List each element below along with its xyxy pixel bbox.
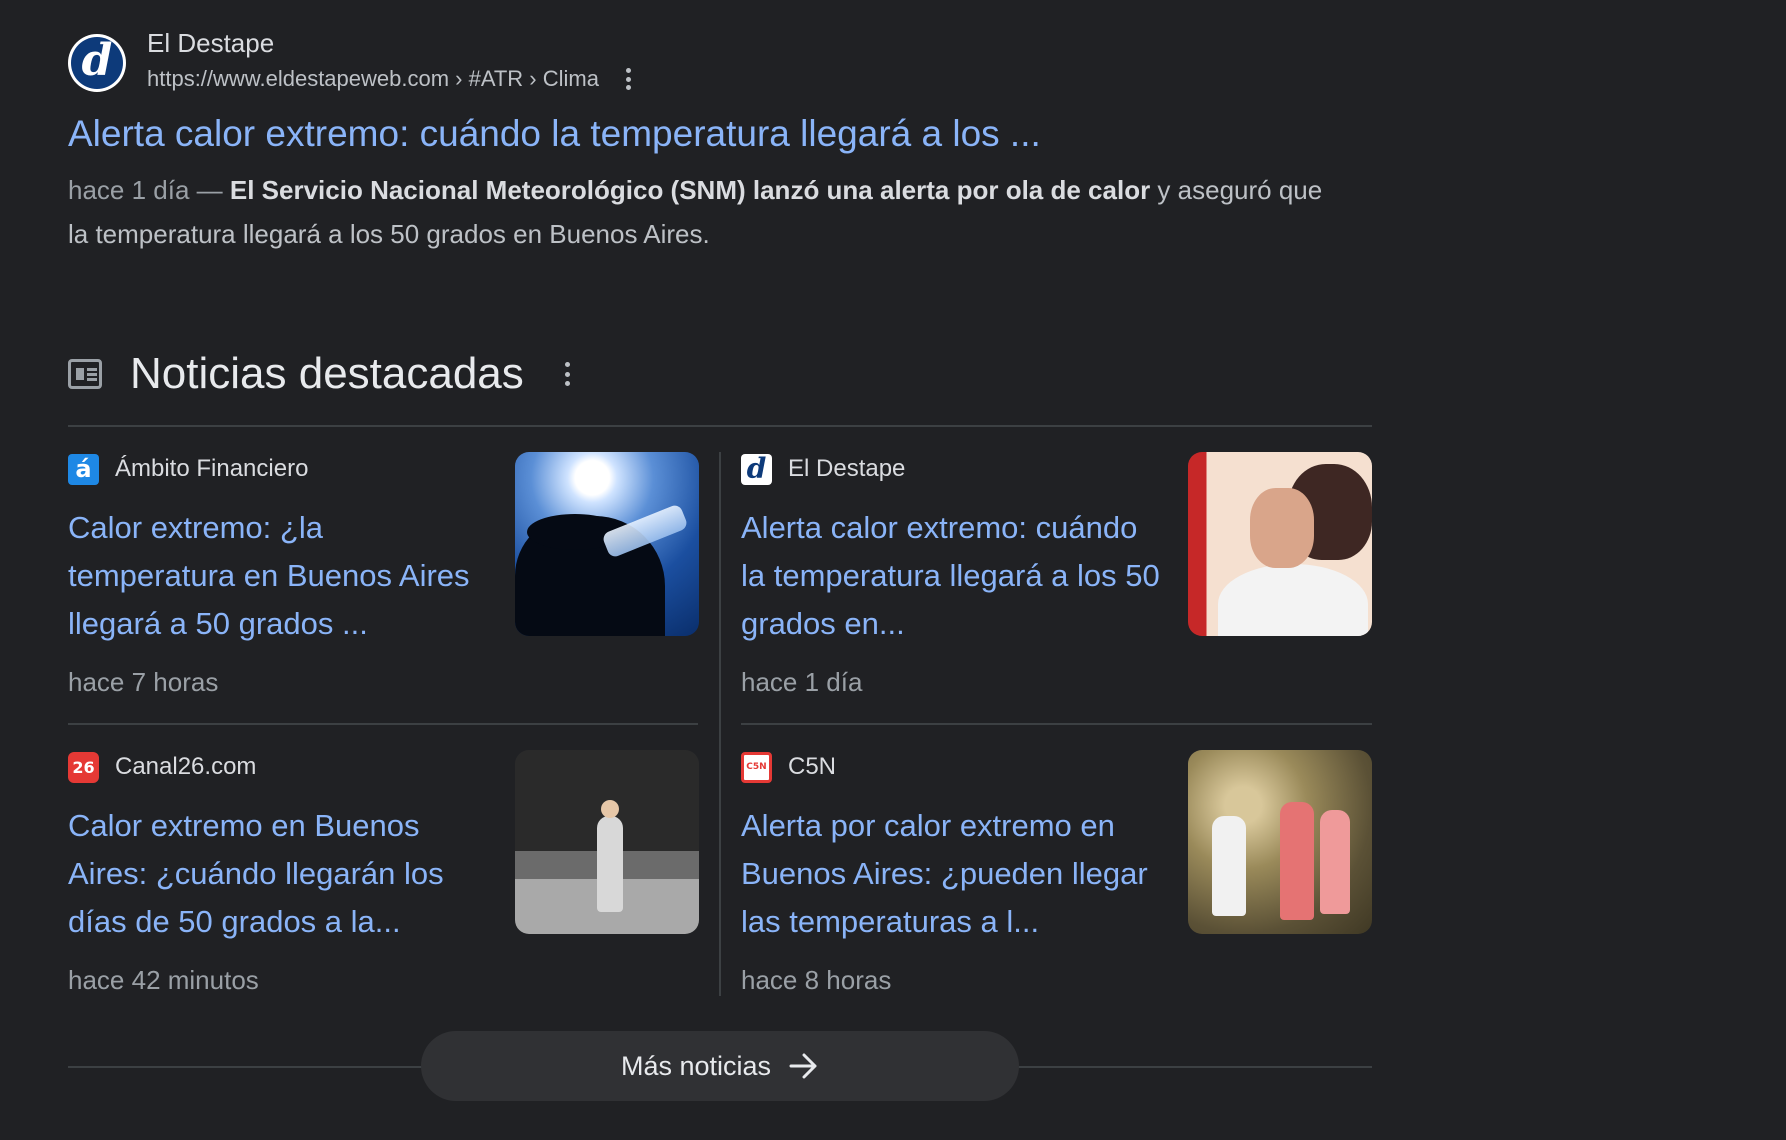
news-card[interactable]: C5N C5N Alerta por calor extremo en Buen… [741,750,1372,1010]
canal26-favicon-icon: 26 [68,751,99,783]
column-divider [719,452,721,996]
site-logo-letter: d [71,37,123,89]
arrow-right-icon [789,1053,817,1079]
news-card[interactable]: á Ámbito Financiero Calor extremo: ¿la t… [68,452,699,712]
card-source-name: El Destape [788,455,906,482]
news-card[interactable]: d El Destape Alerta calor extremo: cuánd… [741,452,1372,712]
more-options-icon[interactable] [621,68,637,90]
search-results-page: d El Destape https://www.eldestapeweb.co… [0,0,1786,1140]
ambito-favicon-icon: á [68,453,99,485]
card-title-link[interactable]: Alerta por calor extremo en Buenos Aires… [741,802,1161,946]
card-timestamp: hace 7 horas [68,667,219,697]
result-title-link[interactable]: Alerta calor extremo: cuándo la temperat… [68,112,1368,156]
person-shape [1212,816,1246,916]
result-snippet: hace 1 día — El Servicio Nacional Meteor… [68,168,1328,256]
more-news-button[interactable]: Más noticias [421,1031,1019,1101]
eldestape-favicon-icon: d [741,453,772,485]
top-stories-options-icon[interactable] [560,362,576,386]
divider [68,425,1372,427]
card-source-name: Canal26.com [115,753,257,780]
person-walking-street-thumbnail[interactable] [515,750,699,934]
card-title-link[interactable]: Calor extremo en Buenos Aires: ¿cuándo l… [68,802,488,946]
person-drinking-water-thumbnail[interactable] [515,452,699,636]
newspaper-icon [68,359,102,389]
snippet-date: hace 1 día — [68,175,230,205]
search-result: d El Destape https://www.eldestapeweb.co… [68,28,1368,256]
site-url-row: https://www.eldestapeweb.com › #ATR › Cl… [147,65,637,93]
site-url[interactable]: https://www.eldestapeweb.com › #ATR › Cl… [147,65,599,93]
divider [68,723,698,725]
head-shape [601,800,619,818]
more-news-label: Más noticias [620,1050,772,1081]
person-shape [1280,802,1314,920]
top-stories-title: Noticias destacadas [130,349,524,398]
card-timestamp: hace 1 día [741,667,863,697]
top-stories-header: Noticias destacadas [68,344,576,404]
card-source-name: C5N [788,753,837,780]
card-title-link[interactable]: Alerta calor extremo: cuándo la temperat… [741,504,1161,648]
site-name[interactable]: El Destape [147,27,637,59]
people-near-fountain-thumbnail[interactable] [1188,750,1372,934]
result-source-header[interactable]: d El Destape https://www.eldestapeweb.co… [68,28,1368,98]
divider [741,723,1372,725]
woman-covering-face-thumbnail[interactable] [1188,452,1372,636]
face-shape [1250,488,1314,568]
c5n-favicon-icon: C5N [741,751,772,783]
card-title-link[interactable]: Calor extremo: ¿la temperatura en Buenos… [68,504,488,648]
card-timestamp: hace 8 horas [741,965,892,995]
body-shape [1218,564,1368,636]
card-source-name: Ámbito Financiero [115,455,309,482]
snippet-bold-text: El Servicio Nacional Meteorológico (SNM)… [229,175,1151,205]
site-logo-icon[interactable]: d [68,34,126,92]
walker-shape [597,816,623,912]
person-shape [1320,810,1350,914]
news-card[interactable]: 26 Canal26.com Calor extremo en Buenos A… [68,750,699,1010]
site-meta: El Destape https://www.eldestapeweb.com … [147,28,637,93]
card-timestamp: hace 42 minutos [68,965,259,995]
